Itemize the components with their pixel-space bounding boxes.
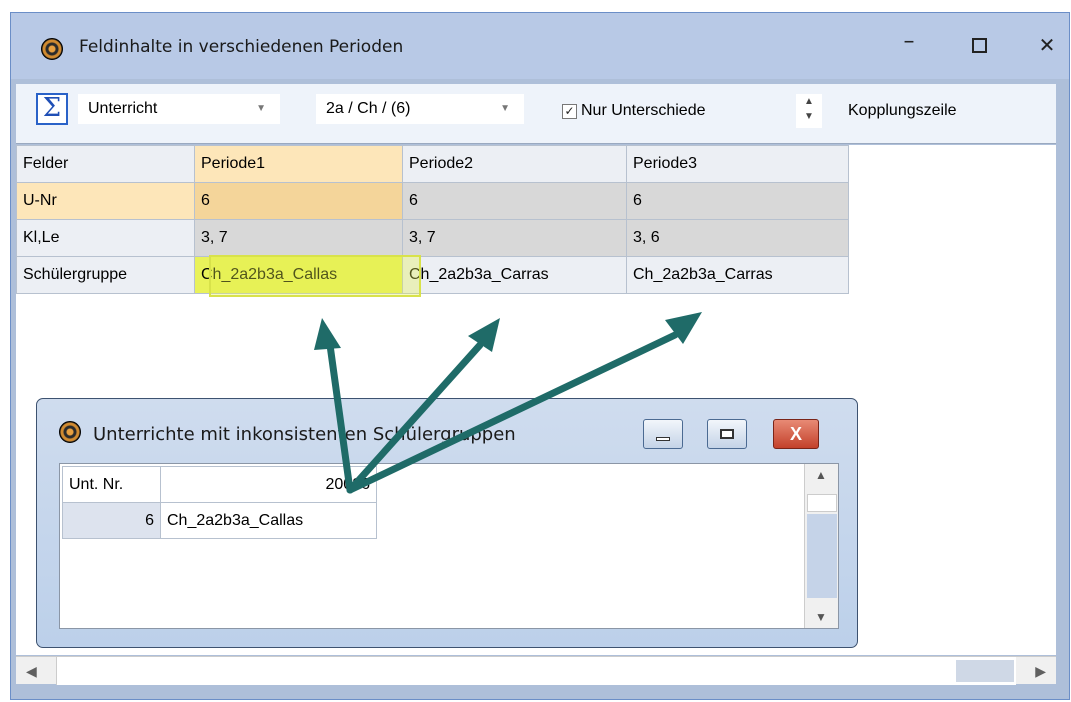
element-type-select[interactable]: Unterricht ▼ bbox=[78, 94, 280, 124]
chevron-down-icon: ▼ bbox=[256, 103, 266, 114]
header-id[interactable]: 20026 bbox=[160, 466, 377, 503]
scroll-track[interactable] bbox=[807, 514, 837, 598]
nur-unterschiede-checkbox[interactable]: ✓ bbox=[562, 104, 577, 119]
chevron-down-icon: ▼ bbox=[500, 103, 510, 114]
dialog-clock-icon bbox=[59, 421, 81, 443]
table-cell[interactable]: 6 bbox=[402, 182, 627, 220]
scroll-thumb[interactable] bbox=[807, 494, 837, 512]
row-label-unr[interactable]: U-Nr bbox=[16, 182, 195, 220]
title-bar: Feldinhalte in verschiedenen Perioden – … bbox=[11, 13, 1069, 79]
window-title: Feldinhalte in verschiedenen Perioden bbox=[79, 37, 404, 57]
maximize-button[interactable] bbox=[957, 27, 1001, 63]
header-unt-nr[interactable]: Unt. Nr. bbox=[62, 466, 161, 503]
header-periode1[interactable]: Periode1 bbox=[194, 145, 403, 183]
toolbar: Σ Unterricht ▼ 2a / Ch / (6) ▼ ✓ Nur Unt… bbox=[16, 84, 1056, 144]
lesson-value: 2a / Ch / (6) bbox=[326, 100, 411, 117]
table-row: Kl,Le 3, 7 3, 7 3, 6 bbox=[16, 219, 849, 257]
grid-header-row: Felder Periode1 Periode2 Periode3 bbox=[16, 145, 849, 183]
table-cell[interactable]: Ch_2a2b3a_Carras bbox=[402, 256, 627, 294]
maximize-icon bbox=[720, 429, 734, 439]
row-label-klle[interactable]: Kl,Le bbox=[16, 219, 195, 257]
header-felder[interactable]: Felder bbox=[16, 145, 195, 183]
minimize-button[interactable]: – bbox=[887, 27, 931, 63]
table-row[interactable]: 6 Ch_2a2b3a_Callas bbox=[62, 502, 377, 539]
close-button[interactable]: ✕ bbox=[1025, 27, 1069, 63]
table-cell[interactable]: 6 bbox=[194, 182, 403, 220]
dialog-header-row: Unt. Nr. 20026 bbox=[62, 466, 377, 503]
scroll-left-icon[interactable]: ◀ bbox=[26, 663, 37, 680]
table-cell[interactable]: Ch_2a2b3a_Carras bbox=[626, 256, 849, 294]
kopplungszeile-label: Kopplungszeile bbox=[848, 102, 957, 119]
dialog-minimize-button[interactable] bbox=[643, 419, 683, 449]
element-type-value: Unterricht bbox=[88, 100, 158, 117]
app-clock-icon bbox=[41, 38, 63, 60]
kopplungszeile-spinner[interactable]: ▲ ▼ bbox=[796, 94, 822, 128]
table-cell[interactable]: 3, 6 bbox=[626, 219, 849, 257]
vertical-scrollbar[interactable]: ▲ ▼ bbox=[804, 464, 838, 628]
inconsistent-groups-dialog: Unterrichte mit inkonsistenten Schülergr… bbox=[36, 398, 858, 648]
highlight-box bbox=[209, 255, 421, 297]
scroll-right-icon[interactable]: ▶ bbox=[1035, 663, 1046, 680]
table-cell[interactable]: 3, 7 bbox=[402, 219, 627, 257]
dialog-body: Unt. Nr. 20026 6 Ch_2a2b3a_Callas ▲ ▼ bbox=[59, 463, 839, 629]
scroll-down-icon[interactable]: ▼ bbox=[805, 610, 837, 624]
table-cell[interactable]: 6 bbox=[62, 502, 161, 539]
row-label-schuelergruppe[interactable]: Schülergruppe bbox=[16, 256, 195, 294]
table-cell[interactable]: Ch_2a2b3a_Callas bbox=[160, 502, 377, 539]
scroll-thumb[interactable] bbox=[956, 660, 1014, 682]
lesson-select[interactable]: 2a / Ch / (6) ▼ bbox=[316, 94, 524, 124]
table-cell[interactable]: 6 bbox=[626, 182, 849, 220]
scroll-up-icon[interactable]: ▲ bbox=[805, 468, 837, 482]
table-cell[interactable]: 3, 7 bbox=[194, 219, 403, 257]
header-periode3[interactable]: Periode3 bbox=[626, 145, 849, 183]
nur-unterschiede-label[interactable]: Nur Unterschiede bbox=[581, 102, 706, 120]
sigma-icon[interactable]: Σ bbox=[36, 93, 68, 125]
spinner-up-icon[interactable]: ▲ bbox=[796, 94, 822, 109]
scroll-track[interactable] bbox=[56, 657, 1016, 685]
table-row: U-Nr 6 6 6 bbox=[16, 182, 849, 220]
table-row: Schülergruppe Ch_2a2b3a_Callas Ch_2a2b3a… bbox=[16, 256, 849, 294]
period-grid: Felder Periode1 Periode2 Periode3 U-Nr 6… bbox=[16, 145, 849, 294]
minimize-icon bbox=[656, 437, 670, 441]
dialog-maximize-button[interactable] bbox=[707, 419, 747, 449]
header-periode2[interactable]: Periode2 bbox=[402, 145, 627, 183]
horizontal-scrollbar[interactable]: ◀ ▶ bbox=[16, 656, 1056, 685]
spinner-down-icon[interactable]: ▼ bbox=[796, 109, 822, 124]
dialog-close-button[interactable]: X bbox=[773, 419, 819, 449]
dialog-title: Unterrichte mit inkonsistenten Schülergr… bbox=[93, 424, 516, 445]
dialog-grid: Unt. Nr. 20026 6 Ch_2a2b3a_Callas bbox=[62, 466, 377, 539]
maximize-icon bbox=[971, 38, 987, 53]
